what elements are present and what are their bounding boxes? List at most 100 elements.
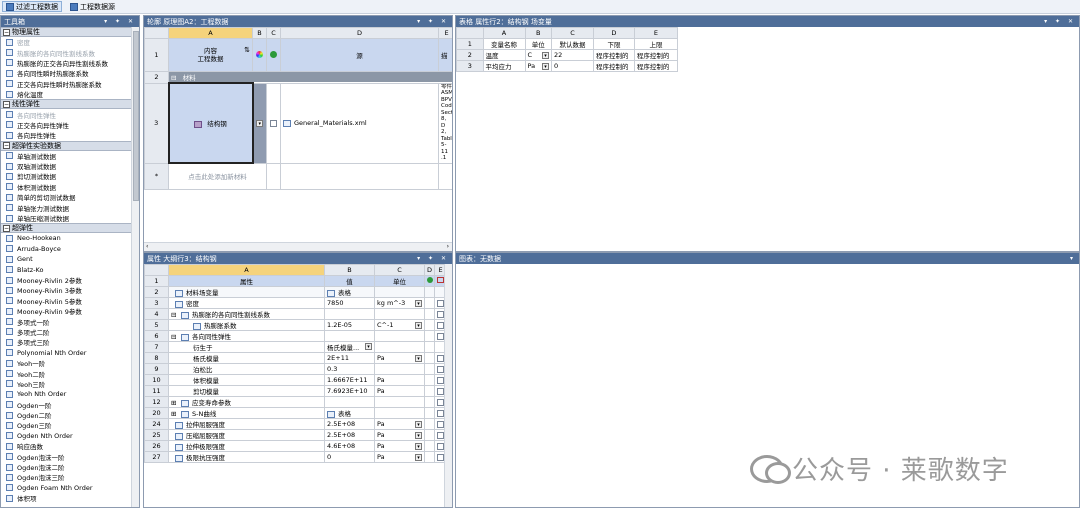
panel-controls[interactable]: ▾ ✦ ✕ [104,18,139,25]
toolbox-item[interactable]: 正交各向异性弹性 [1,120,132,130]
upper-limit[interactable]: 程序控制的 [633,49,679,61]
property-unit-cell[interactable]: C^-1 ▾ [374,319,425,331]
scroll-right-icon[interactable]: › [447,243,449,250]
dropdown-arrow-icon[interactable]: ▾ [415,355,422,362]
plot-checkbox[interactable] [437,398,444,406]
toolbox-item[interactable]: Mooney-Rivlin 3参数 [1,285,132,295]
col-header-a[interactable]: A [482,27,526,39]
material-cell[interactable]: 结构钢 [167,82,254,164]
toolbox-item[interactable]: Mooney-Rivlin 2参数 [1,275,132,285]
plot-checkbox[interactable] [437,365,444,373]
col-header-d[interactable]: D [280,27,439,39]
dropdown-arrow-icon[interactable]: ▾ [415,443,422,450]
property-unit-cell[interactable]: Pa ▾ [374,451,425,463]
panel-controls[interactable]: ▾ ✦ ✕ [417,255,452,262]
add-material-cell[interactable]: 点击此处添加新材料 [168,162,267,190]
sort-icon[interactable]: ⇅ [244,46,250,54]
lower-limit[interactable]: 程序控制的 [593,49,635,61]
collapse-icon[interactable]: − [3,28,10,36]
property-row[interactable]: 6 ⊟ 各向同性弹性 [144,330,447,342]
property-row[interactable]: 27 极限抗压强度 0 Pa ▾ [144,451,447,463]
expand-icon[interactable]: ⊞ [171,399,176,407]
toolbox-item[interactable]: 热膨胀的正交各向异性割线系数 [1,58,132,68]
plot-checkbox[interactable] [437,442,444,450]
collapse-icon[interactable]: ⊟ [171,333,176,341]
toolbox-item[interactable]: 熔化温度 [1,89,132,99]
toolbox-item[interactable]: 剪切测试数据 [1,171,132,181]
col-header-b[interactable]: B [524,27,553,39]
collapse-icon[interactable]: ⊟ [171,311,176,319]
toolbox-item[interactable]: 双轴测试数据 [1,161,132,171]
toolbox-category[interactable]: − 物理属性 [1,27,132,37]
panel-controls[interactable]: ▾ ✦ ✕ [1044,18,1079,25]
property-unit-cell[interactable]: Pa ▾ [374,352,425,364]
default-value[interactable]: 22 [551,49,594,61]
toolbox-item[interactable]: 多项式二阶 [1,327,132,337]
property-row[interactable]: 20 ⊞ S-N曲线 表格 [144,407,447,419]
property-unit-cell[interactable]: Pa ▾ [374,418,425,430]
toolbox-item[interactable]: Polynomial Nth Order [1,348,132,358]
dropdown-arrow-icon[interactable]: ▾ [415,421,422,428]
property-value-cell[interactable]: 2.5E+08 [324,429,375,441]
unit-select[interactable]: C ▾ [524,49,553,61]
toolbox-item[interactable]: Arruda-Boyce [1,244,132,254]
plot-checkbox[interactable] [437,431,444,439]
outline-hscrollbar[interactable]: ‹ › [144,242,452,251]
default-value[interactable]: 0 [551,60,594,72]
plot-checkbox[interactable] [437,332,444,340]
property-value-cell[interactable]: 2E+11 [324,352,375,364]
plot-checkbox[interactable] [437,453,444,461]
toolbox-item[interactable]: Neo-Hookean [1,233,132,243]
property-value-cell[interactable]: 表格 [324,407,375,419]
toolbox-item[interactable]: Mooney-Rivlin 9参数 [1,306,132,316]
toolbox-item[interactable]: 各向同性瞬时热膨胀系数 [1,68,132,78]
property-unit-cell[interactable]: Pa ▾ [374,429,425,441]
filter-engineering-data-button[interactable]: 过滤工程数据 [2,1,62,12]
toolbox-item[interactable]: Ogden泡沫一阶 [1,451,132,462]
property-row[interactable]: 8 杨氏模量 2E+11 Pa ▾ [144,352,447,364]
col-header-c[interactable]: C [374,264,425,276]
property-row[interactable]: 10 体积模量 1.6667E+11 Pa [144,374,447,386]
property-value-cell[interactable]: 0.3 [324,363,375,375]
col-header-b[interactable]: B [324,264,375,276]
col-header-a[interactable]: A [168,27,253,39]
plot-checkbox[interactable] [437,387,444,395]
toolbox-item[interactable]: 正交各向异性瞬时热膨胀系数 [1,79,132,89]
property-value-cell[interactable] [324,396,375,408]
property-value-cell[interactable]: 1.6667E+11 [324,374,375,386]
property-row[interactable]: 24 拉伸屈服强度 2.5E+08 Pa ▾ [144,418,447,430]
material-group-row[interactable]: ⊟ 材料 [168,71,452,84]
plot-checkbox[interactable] [437,354,444,362]
dropdown-arrow-icon[interactable]: ▾ [415,300,422,307]
scroll-left-icon[interactable]: ‹ [146,243,148,250]
dropdown-arrow-icon[interactable]: ▾ [415,432,422,439]
toolbox-item[interactable]: Ogden二阶 [1,410,132,420]
property-row[interactable]: 12 ⊞ 应变寿命参数 [144,396,447,408]
plot-checkbox[interactable] [437,299,444,307]
material-dropdown[interactable]: ▾ [252,82,267,164]
col-header-e[interactable]: E [633,27,679,39]
toolbox-item[interactable]: Yeoh Nth Order [1,389,132,399]
property-row[interactable]: 26 拉伸极限强度 4.6E+08 Pa ▾ [144,440,447,452]
toolbox-category[interactable]: − 线性弹性 [1,99,132,110]
material-checkbox-cell[interactable] [266,82,281,164]
col-header-c[interactable]: C [551,27,594,39]
dropdown-arrow-icon[interactable]: ▾ [542,52,550,59]
plot-checkbox[interactable] [437,321,444,329]
toolbox-item[interactable]: 体积项 [1,493,132,503]
dropdown-arrow-icon[interactable]: ▾ [365,343,372,350]
lower-limit[interactable]: 程序控制的 [593,60,635,72]
toolbox-item[interactable]: 各向异性弹性 [1,130,132,140]
toolbox-item[interactable]: Ogden Foam Nth Order [1,483,132,493]
property-row[interactable]: 5 热膨胀系数 1.2E-05 C^-1 ▾ [144,319,447,331]
property-value-cell[interactable]: 4.6E+08 [324,440,375,452]
property-value-cell[interactable] [324,308,375,320]
plot-checkbox[interactable] [437,376,444,384]
properties-scrollbar[interactable] [444,264,452,507]
toolbox-item[interactable]: 热膨胀的各向同性割线系数 [1,47,132,58]
toolbox-item[interactable]: 密度 [1,37,132,47]
dropdown-arrow-icon[interactable]: ▾ [415,322,422,329]
property-value-cell[interactable]: 0 [324,451,375,463]
upper-limit[interactable]: 程序控制的 [633,60,679,72]
engineering-data-source-button[interactable]: 工程数据源 [66,1,119,12]
